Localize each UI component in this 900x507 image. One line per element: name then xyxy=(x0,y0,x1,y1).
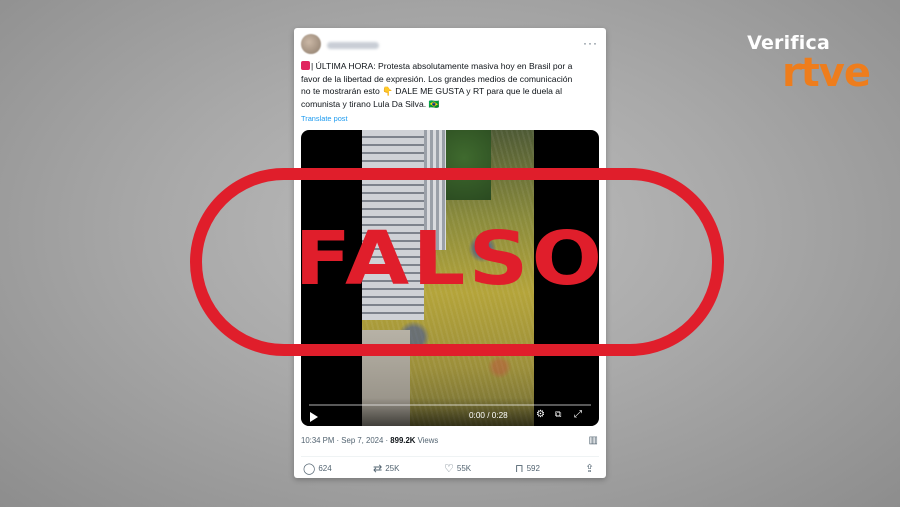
view-count: 899.2K xyxy=(390,436,416,445)
bookmark-button[interactable]: ⊓ 592 xyxy=(515,462,540,475)
fullscreen-icon[interactable]: ⤢ xyxy=(574,409,582,420)
tweet-meta: 10:34 PM · Sep 7, 2024 · 899.2K Views xyxy=(301,436,438,445)
gear-icon[interactable]: ⚙ xyxy=(536,409,545,420)
siren-icon xyxy=(301,61,310,70)
tweet-text-line4: comunista y tirano Lula Da Silva. 🇧🇷 xyxy=(301,98,440,109)
like-button[interactable]: ♡ 55K xyxy=(444,462,471,475)
video-progress-bar[interactable] xyxy=(309,404,591,406)
analytics-icon[interactable]: ▥ xyxy=(589,435,598,446)
bookmark-icon: ⊓ xyxy=(515,463,524,475)
tweet-text-line3: no te mostrarán esto 👇 DALE ME GUSTA y R… xyxy=(301,86,562,97)
heart-icon: ♡ xyxy=(444,463,454,475)
reply-icon: ◯ xyxy=(303,463,316,475)
views-label: Views xyxy=(417,436,439,445)
author-name-blurred[interactable] xyxy=(327,42,379,49)
avatar[interactable] xyxy=(301,34,321,54)
repost-icon: ⇄ xyxy=(373,463,383,475)
video-controls: 0:00 / 0:28 ⚙ ⧉ ⤢ xyxy=(301,398,599,426)
more-options-icon[interactable]: ··· xyxy=(583,36,598,50)
captions-icon[interactable]: ⧉ xyxy=(555,409,561,420)
translate-post-link[interactable]: Translate post xyxy=(301,114,348,123)
repost-button[interactable]: ⇄ 25K xyxy=(373,462,399,475)
tweet-text-line2: favor de la libertad de expresión. Los g… xyxy=(301,73,573,84)
divider xyxy=(301,456,599,457)
tweet-timestamp[interactable]: 10:34 PM · Sep 7, 2024 · xyxy=(301,436,388,445)
tweet-text-line1: | ÚLTIMA HORA: Protesta absolutamente ma… xyxy=(301,60,599,73)
play-icon[interactable] xyxy=(310,412,318,422)
tweet-text: | ÚLTIMA HORA: Protesta absolutamente ma… xyxy=(301,60,599,110)
share-button[interactable]: ⇪ xyxy=(585,462,597,475)
falso-stamp-label: FALSO xyxy=(294,216,606,302)
reply-button[interactable]: ◯ 624 xyxy=(303,462,332,475)
tweet-actions: ◯ 624 ⇄ 25K ♡ 55K ⊓ 592 ⇪ xyxy=(301,462,599,476)
share-icon: ⇪ xyxy=(585,463,595,475)
tweet-header: ··· xyxy=(301,34,600,58)
brand-rtve: rtve xyxy=(781,50,871,96)
video-time: 0:00 / 0:28 xyxy=(469,411,508,420)
